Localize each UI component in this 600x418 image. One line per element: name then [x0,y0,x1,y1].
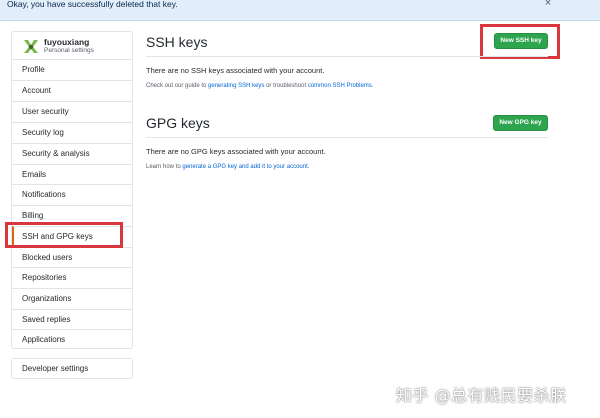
sidebar-item-applications[interactable]: Applications [12,329,132,350]
sidebar-item-profile[interactable]: Profile [12,59,132,80]
sidebar-item-saved-replies[interactable]: Saved replies [12,309,132,330]
generating-ssh-keys-link[interactable]: generating SSH keys [208,83,264,89]
sidebar-item-account[interactable]: Account [12,80,132,101]
sidebar-item-developer-settings[interactable]: Developer settings [11,358,133,379]
sidebar-item-repositories[interactable]: Repositories [12,267,132,288]
profile-subtitle: Personal settings [44,47,94,54]
flash-banner: Okay, you have successfully deleted that… [0,0,600,21]
close-icon[interactable]: × [543,0,553,9]
sidebar-item-security-analysis[interactable]: Security & analysis [12,143,132,164]
gpg-keys-title: GPG keys [146,115,210,131]
sidebar-item-notifications[interactable]: Notifications [12,184,132,205]
settings-sidebar: fuyouxiang Personal settings Profile Acc… [11,31,133,349]
highlight-box-ssh-button [480,24,560,59]
avatar-identicon-icon [22,37,40,55]
gpg-help-text: Learn how to generate a GPG key and add … [146,164,309,170]
flash-message: Okay, you have successfully deleted that… [7,0,178,9]
sidebar-item-emails[interactable]: Emails [12,164,132,185]
ssh-help-text: Check out our guide to generating SSH ke… [146,83,373,89]
sidebar-item-user-security[interactable]: User security [12,101,132,122]
ssh-help-suffix: . [371,83,374,89]
gpg-empty-message: There are no GPG keys associated with yo… [146,147,326,156]
new-gpg-key-button[interactable]: New GPG key [493,115,548,131]
ssh-help-prefix: Check out our guide to [146,83,209,89]
watermark-text: 知乎 @总有贱民要杀朕 [396,386,567,405]
sidebar-item-security-log[interactable]: Security log [12,122,132,143]
ssh-divider [146,56,548,57]
generate-gpg-key-link[interactable]: generate a GPG key and add it to your ac… [182,164,307,170]
highlight-box-sidebar [5,222,123,248]
gpg-help-suffix: . [307,164,310,170]
common-ssh-problems-link[interactable]: common SSH Problems [308,83,372,89]
sidebar-item-organizations[interactable]: Organizations [12,288,132,309]
profile-header: fuyouxiang Personal settings [12,32,132,59]
ssh-help-middle: or troubleshoot [264,83,308,89]
gpg-divider [146,137,548,138]
ssh-keys-title: SSH keys [146,34,208,50]
gpg-help-prefix: Learn how to [146,164,183,170]
username[interactable]: fuyouxiang [44,37,89,47]
sidebar-item-blocked-users[interactable]: Blocked users [12,247,132,268]
ssh-empty-message: There are no SSH keys associated with yo… [146,66,325,75]
avatar[interactable] [22,37,40,55]
